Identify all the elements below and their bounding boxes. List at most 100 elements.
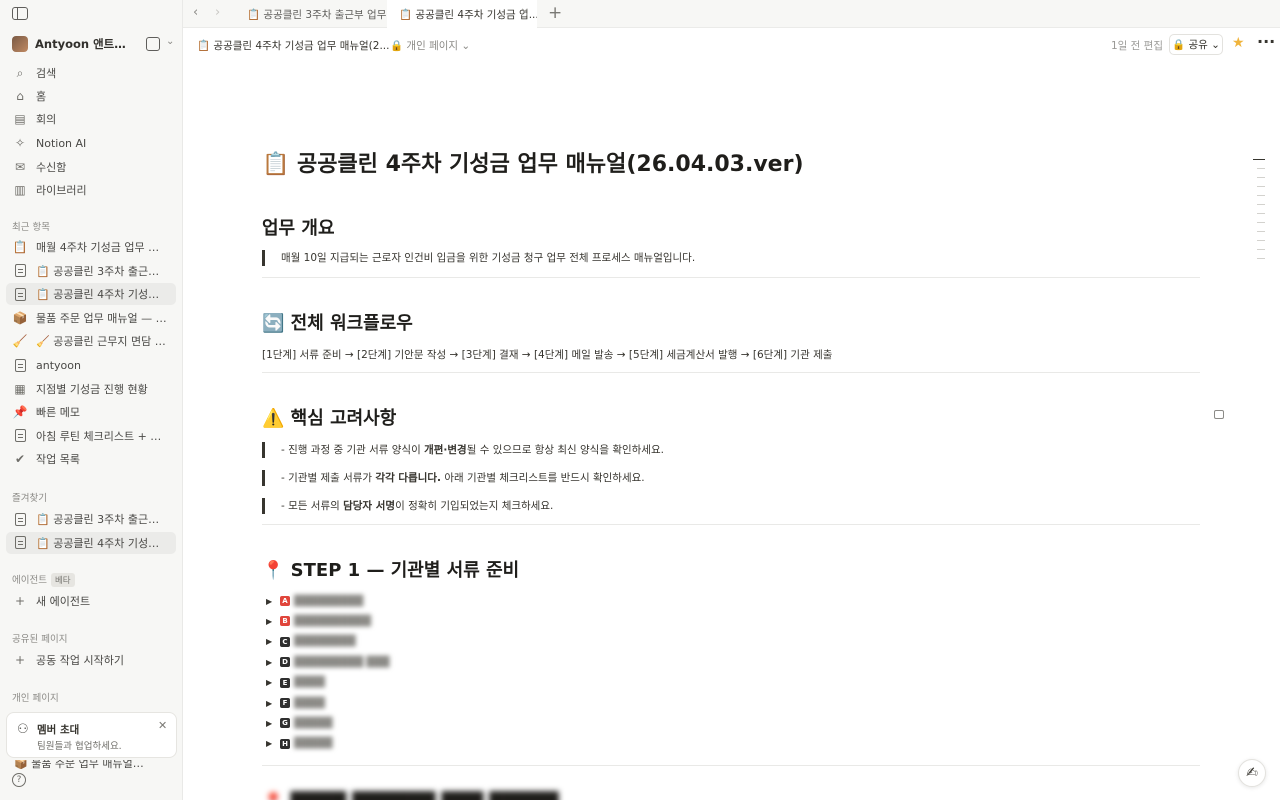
sidebar-item-search[interactable]: ⌕ 검색 <box>6 62 176 84</box>
breadcrumb[interactable]: 📋 공공클린 4주차 기성금 업무 매뉴얼(2... <box>197 38 389 53</box>
sidebar-item-label: 물품 주문 업무 매뉴얼 — 워크... <box>36 311 168 325</box>
sidebar-item-label: 지점별 기성금 진행 현황 <box>36 382 148 396</box>
page-title[interactable]: 📋 공공클린 4주차 기성금 업무 매뉴얼(26.04.03.ver) <box>262 146 804 178</box>
sidebar-item-label: 홈 <box>36 90 47 103</box>
workspace-switcher[interactable]: Antyoon 앤트윤의 ... ⌄ <box>8 33 176 55</box>
close-icon[interactable]: ✕ <box>521 7 529 18</box>
comment-icon[interactable] <box>1214 410 1224 419</box>
toggle-block[interactable]: ▶ F ████ <box>266 694 325 712</box>
sidebar-toggle-icon[interactable] <box>12 7 28 20</box>
sidebar-item-label: 수신함 <box>36 161 67 174</box>
sidebar-item-recent[interactable]: ▦ 지점별 기성금 진행 현황 <box>6 378 176 400</box>
toggle-arrow-icon[interactable]: ▶ <box>266 658 280 667</box>
star-icon[interactable]: ★ <box>1232 35 1245 51</box>
page-emoji-icon: ✔ <box>14 452 26 467</box>
home-icon: ⌂ <box>16 89 24 103</box>
toggle-arrow-icon[interactable]: ▶ <box>266 719 280 728</box>
letter-badge: A <box>280 596 290 606</box>
recent-section-label: 최근 항목 <box>12 222 50 233</box>
sidebar-item-recent[interactable]: 🧹 🧹 공공클린 근무지 면담 업무 ... <box>6 330 176 352</box>
sidebar-item-recent[interactable]: 📦 물품 주문 업무 매뉴얼 — 워크... <box>6 307 176 329</box>
heading-workflow[interactable]: 🔄 전체 워크플로우 <box>262 309 413 335</box>
sidebar-item-recent[interactable]: ✔ 작업 목록 <box>6 448 176 470</box>
consideration-quote[interactable]: - 모든 서류의 담당자 서명이 정확히 기입되었는지 체크하세요. <box>262 498 962 514</box>
consideration-quote[interactable]: - 진행 과정 중 기관 서류 양식이 개편·변경될 수 있으므로 항상 최신 … <box>262 442 962 458</box>
beta-badge: 베타 <box>50 573 75 587</box>
toggle-label: ████████ <box>294 636 356 648</box>
heading-overview[interactable]: 업무 개요 <box>262 214 335 240</box>
close-icon[interactable]: ✕ <box>158 719 167 732</box>
consideration-quote[interactable]: - 기관별 제출 서류가 각각 다릅니다. 아래 기관별 체크리스트를 반드시 … <box>262 470 962 486</box>
sidebar-item-label: 빠른 메모 <box>36 406 80 420</box>
sidebar-item-recent[interactable]: 아침 루틴 체크리스트 + 감정... <box>6 425 176 447</box>
new-tab-icon[interactable]: + <box>548 3 562 23</box>
sidebar-item-favorite[interactable]: 📋 공공클린 4주차 기성금 업... <box>6 531 176 554</box>
start-collab-button[interactable]: + 공동 작업 시작하기 <box>6 649 176 671</box>
new-agent-button[interactable]: + 새 에이전트 <box>6 590 176 612</box>
sidebar-item-label: 아침 루틴 체크리스트 + 감정... <box>36 429 168 443</box>
chevron-down-icon[interactable]: ⌄ <box>166 36 174 47</box>
toggle-block[interactable]: ▶ D █████████ ███ <box>266 653 389 671</box>
tab-attendance-manual[interactable]: 📋 공공클린 3주차 출근부 업무 매 <box>235 0 387 28</box>
toggle-arrow-icon[interactable]: ▶ <box>266 617 280 626</box>
letter-badge: F <box>280 698 290 708</box>
notion-ai-icon[interactable]: ✍ <box>1238 759 1266 787</box>
invite-members-card[interactable]: ⚇ 멤버 초대 팀원들과 협업하세요. ✕ <box>6 712 177 758</box>
toggle-label: █████████ <box>294 595 364 607</box>
tab-payment-manual[interactable]: 📋 공공클린 4주차 기성금 업... ✕ <box>387 0 537 28</box>
toggle-block[interactable]: ▶ A █████████ <box>266 592 363 610</box>
sidebar-item-meeting[interactable]: ▤ 회의 <box>6 108 176 130</box>
sidebar-item-recent[interactable]: 📋 공공클린 4주차 기성금 업... <box>6 283 176 306</box>
toggle-block[interactable]: ▶ E ████ <box>266 674 325 692</box>
page-emoji-icon: 📌 <box>12 405 28 420</box>
page-emoji-icon: 📦 <box>12 310 28 325</box>
letter-badge: H <box>280 738 290 749</box>
help-icon[interactable]: ? <box>12 773 26 787</box>
sidebar-item-inbox[interactable]: ✉ 수신함 <box>6 156 176 178</box>
sidebar-item-favorite[interactable]: 📋 공공클린 3주차 출근부 업... <box>6 508 176 530</box>
sidebar-item-recent[interactable]: antyoon <box>6 354 176 376</box>
sidebar: Antyoon 앤트윤의 ... ⌄ ⌕검색⌂홈▤회의✧Notion AI✉수신… <box>0 0 183 800</box>
sidebar-item-notion-ai[interactable]: ✧ Notion AI <box>6 132 176 154</box>
toggle-arrow-icon[interactable]: ▶ <box>266 678 280 687</box>
sidebar-item-recent[interactable]: 📋 공공클린 3주차 출근부 업... <box>6 260 176 282</box>
toggle-arrow-icon[interactable]: ▶ <box>266 699 280 708</box>
sidebar-item-label: 작업 목록 <box>36 453 80 467</box>
heading-step2[interactable]: 📍 ████ ██████ ███ █████ <box>262 792 559 800</box>
letter-badge: G <box>280 718 290 729</box>
page-emoji-icon: 📋 <box>12 240 28 254</box>
notion-ai-icon: ✧ <box>14 136 26 150</box>
toggle-block[interactable]: ▶ H █████ <box>266 735 332 753</box>
privacy-selector[interactable]: 🔒 개인 페이지 ⌄ <box>390 38 470 53</box>
divider <box>262 277 1200 278</box>
heading-step1[interactable]: 📍 STEP 1 — 기관별 서류 준비 <box>262 556 519 582</box>
toggle-label: ██████████ <box>294 615 371 627</box>
divider <box>262 372 1200 373</box>
table-of-contents[interactable] <box>1253 159 1265 267</box>
new-page-icon[interactable] <box>146 37 160 51</box>
sidebar-item-peek[interactable]: 📦 물품 주문 업무 매뉴얼 — 워크... <box>6 760 176 770</box>
toggle-arrow-icon[interactable]: ▶ <box>266 637 280 646</box>
sidebar-item-label: 📋 공공클린 4주차 기성금 업... <box>36 288 168 302</box>
forward-arrow-icon[interactable]: › <box>215 5 220 20</box>
more-icon[interactable]: ··· <box>1257 32 1275 51</box>
toggle-label: █████████ ███ <box>294 656 390 668</box>
sidebar-item-recent[interactable]: 📌 빠른 메모 <box>6 401 176 423</box>
page-emoji-icon: 🧹 <box>12 334 28 349</box>
toggle-arrow-icon[interactable]: ▶ <box>266 597 280 606</box>
toggle-block[interactable]: ▶ G █████ <box>266 714 332 732</box>
overview-quote[interactable]: 매월 10일 지급되는 근로자 인건비 입금을 위한 기성금 청구 업무 전체 … <box>262 250 962 266</box>
heading-considerations[interactable]: ⚠️ 핵심 고려사항 <box>262 404 396 430</box>
sidebar-item-library[interactable]: ▥ 라이브러리 <box>6 179 176 201</box>
plus-icon: + <box>14 594 26 608</box>
workflow-steps[interactable]: [1단계] 서류 준비 → [2단계] 기안문 작성 → [3단계] 결재 → … <box>262 347 832 362</box>
toggle-arrow-icon[interactable]: ▶ <box>266 739 280 748</box>
page-icon <box>12 286 28 302</box>
toggle-block[interactable]: ▶ B ██████████ <box>266 612 371 630</box>
share-button[interactable]: 🔒 공유 ⌄ <box>1169 34 1223 55</box>
sidebar-item-home[interactable]: ⌂ 홈 <box>6 85 176 107</box>
toggle-block[interactable]: ▶ C ████████ <box>266 633 356 651</box>
sidebar-item-recent[interactable]: 📋 매월 4주차 기성금 업무 워크... <box>6 236 176 258</box>
sidebar-item-label: 📋 공공클린 4주차 기성금 업... <box>36 536 168 550</box>
back-arrow-icon[interactable]: ‹ <box>193 5 198 20</box>
